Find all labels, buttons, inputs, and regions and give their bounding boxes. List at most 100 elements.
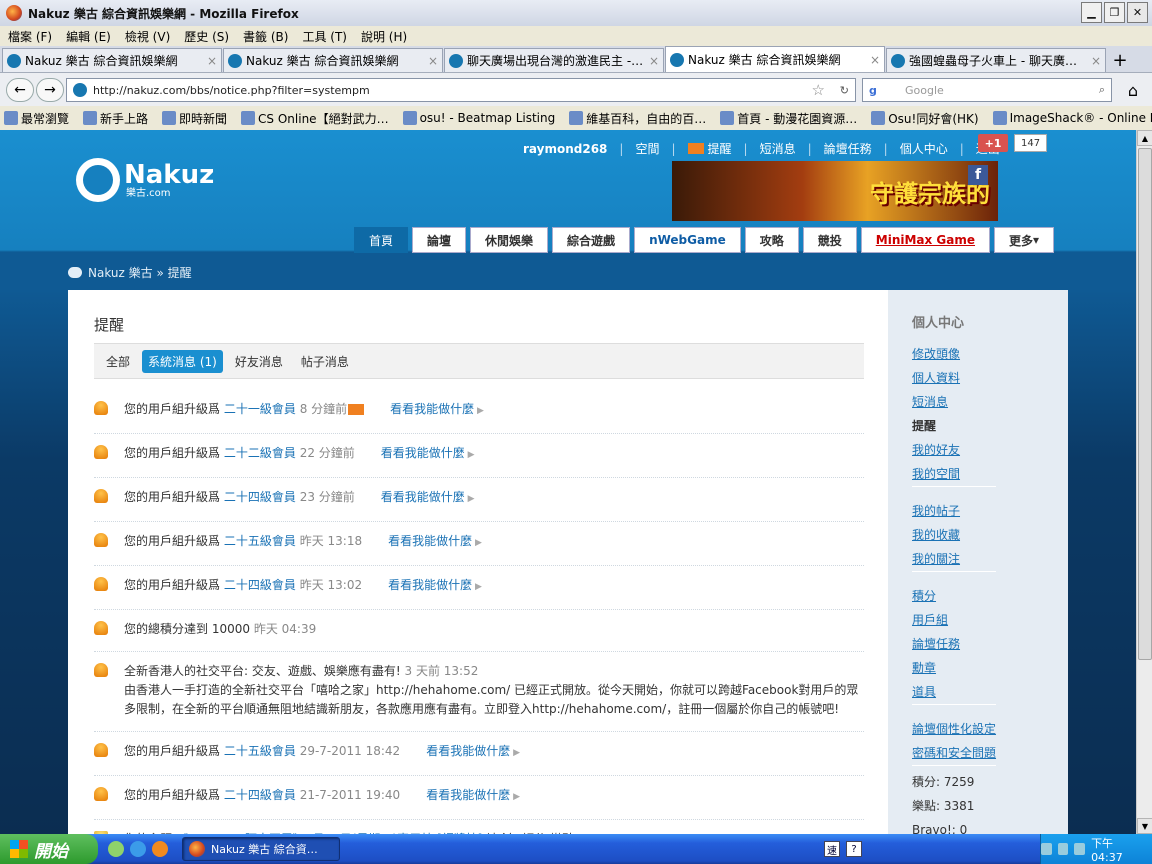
menu-item[interactable]: 檔案 (F) bbox=[8, 28, 52, 45]
close-tab-icon[interactable]: × bbox=[649, 54, 659, 68]
browser-tab[interactable]: 聊天廣場出現台灣的激進民主 - … × bbox=[444, 48, 664, 72]
more-link[interactable]: 看看我能做什麼 bbox=[426, 788, 510, 802]
more-link[interactable]: 看看我能做什麼 bbox=[388, 578, 472, 592]
user-link[interactable]: 個人中心 bbox=[900, 140, 948, 157]
notice-subtab[interactable]: 全部 bbox=[100, 350, 136, 373]
minimize-button[interactable]: ▁ bbox=[1081, 2, 1102, 23]
browser-tab[interactable]: Nakuz 樂古 綜合資訊娛樂網 × bbox=[665, 46, 885, 72]
close-tab-icon[interactable]: × bbox=[1091, 54, 1101, 68]
more-link[interactable]: 看看我能做什麼 bbox=[381, 446, 465, 460]
notice-link[interactable]: 二十一級會員 bbox=[224, 402, 296, 416]
maximize-button[interactable]: ❐ bbox=[1104, 2, 1125, 23]
more-link[interactable]: 看看我能做什麼 bbox=[390, 402, 474, 416]
notice-link[interactable]: 二十二級會員 bbox=[224, 446, 296, 460]
sidebar-link[interactable]: 個人資料 bbox=[912, 366, 996, 390]
scroll-down-icon[interactable]: ▼ bbox=[1137, 818, 1152, 834]
sidebar-link[interactable]: 論壇任務 bbox=[912, 632, 996, 656]
help-icon[interactable]: ? bbox=[846, 841, 862, 857]
user-link[interactable]: 空間 bbox=[635, 140, 659, 157]
forward-button[interactable]: → bbox=[36, 77, 64, 102]
menu-item[interactable]: 說明 (H) bbox=[361, 28, 407, 45]
nav-tab[interactable]: 攻略 bbox=[744, 227, 799, 253]
menu-item[interactable]: 檢視 (V) bbox=[125, 28, 170, 45]
vertical-scrollbar[interactable]: ▲ ▼ bbox=[1136, 130, 1152, 834]
close-tab-icon[interactable]: × bbox=[207, 54, 217, 68]
back-button[interactable]: ← bbox=[6, 77, 34, 102]
nav-tab[interactable]: 更多 ▾ bbox=[994, 227, 1055, 253]
more-link[interactable]: 看看我能做什麼 bbox=[426, 744, 510, 758]
user-link[interactable]: 短消息 bbox=[760, 140, 796, 157]
browser-tab[interactable]: Nakuz 樂古 綜合資訊娛樂網 × bbox=[223, 48, 443, 72]
sidebar-link[interactable]: 我的帖子 bbox=[912, 499, 996, 523]
breadcrumb-text[interactable]: Nakuz 樂古 » 提醒 bbox=[88, 264, 192, 281]
quicklaunch-icon[interactable] bbox=[130, 841, 146, 857]
menu-item[interactable]: 工具 (T) bbox=[302, 28, 347, 45]
sidebar-link[interactable]: 我的空間 bbox=[912, 462, 996, 486]
user-link[interactable]: 提醒 bbox=[708, 140, 732, 157]
start-button[interactable]: 開始 bbox=[0, 834, 98, 864]
bookmark-item[interactable]: Osu!同好會(HK) bbox=[871, 110, 979, 127]
sidebar-link[interactable]: 我的關注 bbox=[912, 547, 996, 571]
taskbar-firefox-button[interactable]: Nakuz 樂古 綜合資… bbox=[182, 837, 340, 861]
sidebar-link[interactable]: 短消息 bbox=[912, 390, 996, 414]
bookmark-item[interactable]: 維基百科，自由的百… bbox=[569, 110, 706, 127]
home-icon[interactable]: ⌂ bbox=[1120, 78, 1146, 102]
nav-tab[interactable]: MiniMax Game bbox=[860, 227, 991, 253]
address-bar[interactable]: http://nakuz.com/bbs/notice.php?filter=s… bbox=[66, 78, 856, 102]
bookmark-star-icon[interactable]: ☆ bbox=[812, 81, 825, 99]
notice-subtab[interactable]: 帖子消息 bbox=[295, 350, 355, 373]
gplus-button[interactable]: +1 bbox=[978, 134, 1008, 152]
notice-link[interactable]: 二十四級會員 bbox=[224, 788, 296, 802]
close-tab-icon[interactable]: × bbox=[870, 53, 880, 67]
reload-icon[interactable]: ↻ bbox=[840, 84, 849, 97]
notice-subtab[interactable]: 系統消息 (1) bbox=[142, 349, 223, 373]
user-link[interactable]: 論壇任務 bbox=[824, 140, 872, 157]
search-input[interactable]: g Google ⌕ bbox=[862, 78, 1112, 102]
bookmark-item[interactable]: CS Online【絕對武力… bbox=[241, 110, 389, 127]
sidebar-link[interactable]: 我的收藏 bbox=[912, 523, 996, 547]
menu-item[interactable]: 編輯 (E) bbox=[66, 28, 111, 45]
more-link[interactable]: 看看我能做什麼 bbox=[388, 534, 472, 548]
bookmark-item[interactable]: 最常瀏覽 bbox=[4, 110, 69, 127]
notice-link[interactable]: 二十四級會員 bbox=[224, 578, 296, 592]
ime-icon[interactable]: 速 bbox=[824, 841, 840, 857]
scroll-up-icon[interactable]: ▲ bbox=[1137, 130, 1152, 146]
notice-link[interactable]: 二十五級會員 bbox=[224, 744, 296, 758]
sidebar-link[interactable]: 提醒 bbox=[912, 414, 996, 438]
quicklaunch-icon[interactable] bbox=[152, 841, 168, 857]
sidebar-link[interactable]: 用戶組 bbox=[912, 608, 996, 632]
nav-tab[interactable]: 首頁 bbox=[354, 227, 409, 253]
sidebar-link[interactable]: 密碼和安全問題 bbox=[912, 741, 996, 765]
close-button[interactable]: ✕ bbox=[1127, 2, 1148, 23]
new-tab-button[interactable]: + bbox=[1107, 48, 1133, 72]
more-link[interactable]: 看看我能做什麼 bbox=[381, 490, 465, 504]
bookmark-item[interactable]: 首頁 - 動漫花園資源… bbox=[720, 110, 857, 127]
bookmark-item[interactable]: 新手上路 bbox=[83, 110, 148, 127]
nav-tab[interactable]: 綜合遊戲 bbox=[552, 227, 631, 253]
tray-icon[interactable] bbox=[1041, 843, 1052, 855]
menu-item[interactable]: 歷史 (S) bbox=[184, 28, 229, 45]
nav-tab[interactable]: 休閒娛樂 bbox=[470, 227, 549, 253]
nav-tab[interactable]: 競投 bbox=[802, 227, 857, 253]
bookmark-item[interactable]: 即時新聞 bbox=[162, 110, 227, 127]
ad-banner[interactable]: f 守護宗族的 bbox=[672, 161, 998, 221]
magnifier-icon[interactable]: ⌕ bbox=[1099, 83, 1105, 97]
sidebar-link[interactable]: 我的好友 bbox=[912, 438, 996, 462]
browser-tab[interactable]: 強國蝗蟲母子火車上 - 聊天廣場… × bbox=[886, 48, 1106, 72]
bookmark-item[interactable]: ImageShack® - Online P… bbox=[992, 111, 1152, 125]
nav-tab[interactable]: nWebGame bbox=[634, 227, 741, 253]
site-logo[interactable]: Nakuz 樂古.com bbox=[76, 158, 214, 202]
bookmark-item[interactable]: osu! - Beatmap Listing bbox=[402, 111, 555, 125]
tray-icon[interactable] bbox=[1057, 843, 1069, 855]
sidebar-link[interactable]: 積分 bbox=[912, 584, 996, 608]
notice-link[interactable]: 二十五級會員 bbox=[224, 534, 296, 548]
nav-tab[interactable]: 論壇 bbox=[412, 227, 467, 253]
sidebar-link[interactable]: 道具 bbox=[912, 680, 996, 704]
google-plus-widget[interactable]: +1 147 bbox=[978, 134, 1048, 152]
username-link[interactable]: raymond268 bbox=[523, 142, 607, 156]
volume-icon[interactable] bbox=[1074, 843, 1086, 855]
sidebar-link[interactable]: 論壇個性化設定 bbox=[912, 717, 996, 741]
close-tab-icon[interactable]: × bbox=[428, 54, 438, 68]
notice-link[interactable]: 二十四級會員 bbox=[224, 490, 296, 504]
menu-item[interactable]: 書籤 (B) bbox=[243, 28, 288, 45]
